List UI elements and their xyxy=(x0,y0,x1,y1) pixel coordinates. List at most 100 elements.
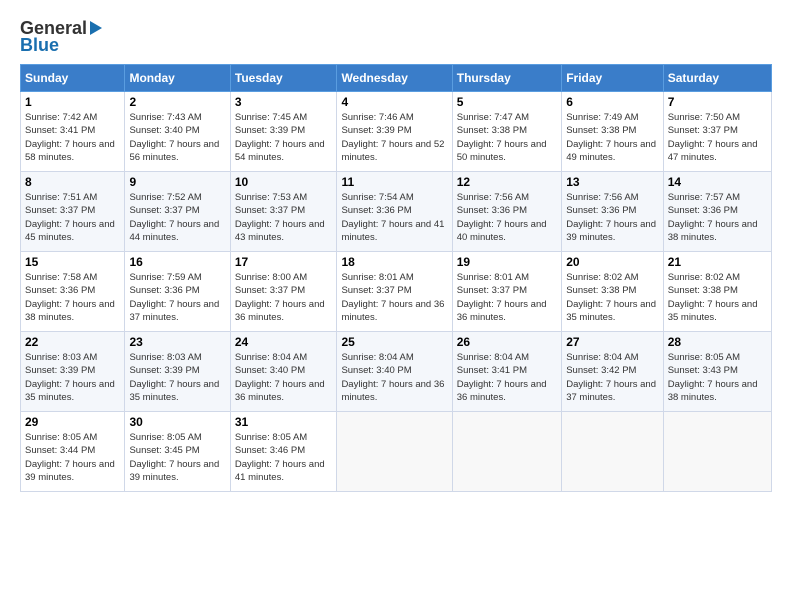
day-info: Sunrise: 8:04 AMSunset: 3:40 PMDaylight:… xyxy=(341,352,444,403)
calendar-week-row: 1 Sunrise: 7:42 AMSunset: 3:41 PMDayligh… xyxy=(21,92,772,172)
day-info: Sunrise: 7:54 AMSunset: 3:36 PMDaylight:… xyxy=(341,192,444,243)
day-number: 1 xyxy=(25,95,120,109)
day-number: 4 xyxy=(341,95,447,109)
calendar-cell: 22 Sunrise: 8:03 AMSunset: 3:39 PMDaylig… xyxy=(21,332,125,412)
day-number: 31 xyxy=(235,415,333,429)
day-info: Sunrise: 8:02 AMSunset: 3:38 PMDaylight:… xyxy=(566,272,656,323)
calendar-week-row: 22 Sunrise: 8:03 AMSunset: 3:39 PMDaylig… xyxy=(21,332,772,412)
day-number: 27 xyxy=(566,335,658,349)
calendar-cell: 8 Sunrise: 7:51 AMSunset: 3:37 PMDayligh… xyxy=(21,172,125,252)
day-number: 28 xyxy=(668,335,767,349)
day-info: Sunrise: 8:04 AMSunset: 3:40 PMDaylight:… xyxy=(235,352,325,403)
calendar-cell: 20 Sunrise: 8:02 AMSunset: 3:38 PMDaylig… xyxy=(562,252,663,332)
day-info: Sunrise: 8:02 AMSunset: 3:38 PMDaylight:… xyxy=(668,272,758,323)
calendar-week-row: 29 Sunrise: 8:05 AMSunset: 3:44 PMDaylig… xyxy=(21,412,772,492)
day-number: 9 xyxy=(129,175,225,189)
day-number: 8 xyxy=(25,175,120,189)
column-header-tuesday: Tuesday xyxy=(230,65,337,92)
column-header-wednesday: Wednesday xyxy=(337,65,452,92)
calendar-cell xyxy=(663,412,771,492)
calendar-cell: 15 Sunrise: 7:58 AMSunset: 3:36 PMDaylig… xyxy=(21,252,125,332)
day-number: 13 xyxy=(566,175,658,189)
calendar-week-row: 15 Sunrise: 7:58 AMSunset: 3:36 PMDaylig… xyxy=(21,252,772,332)
calendar-cell: 27 Sunrise: 8:04 AMSunset: 3:42 PMDaylig… xyxy=(562,332,663,412)
day-number: 6 xyxy=(566,95,658,109)
day-info: Sunrise: 8:05 AMSunset: 3:46 PMDaylight:… xyxy=(235,432,325,483)
column-header-friday: Friday xyxy=(562,65,663,92)
calendar-cell xyxy=(337,412,452,492)
day-info: Sunrise: 7:43 AMSunset: 3:40 PMDaylight:… xyxy=(129,112,219,163)
day-number: 17 xyxy=(235,255,333,269)
calendar-cell: 6 Sunrise: 7:49 AMSunset: 3:38 PMDayligh… xyxy=(562,92,663,172)
day-number: 10 xyxy=(235,175,333,189)
calendar-cell: 16 Sunrise: 7:59 AMSunset: 3:36 PMDaylig… xyxy=(125,252,230,332)
day-number: 20 xyxy=(566,255,658,269)
calendar-cell: 25 Sunrise: 8:04 AMSunset: 3:40 PMDaylig… xyxy=(337,332,452,412)
day-info: Sunrise: 8:04 AMSunset: 3:42 PMDaylight:… xyxy=(566,352,656,403)
day-info: Sunrise: 7:56 AMSunset: 3:36 PMDaylight:… xyxy=(457,192,547,243)
calendar-week-row: 8 Sunrise: 7:51 AMSunset: 3:37 PMDayligh… xyxy=(21,172,772,252)
calendar-cell: 28 Sunrise: 8:05 AMSunset: 3:43 PMDaylig… xyxy=(663,332,771,412)
day-info: Sunrise: 8:01 AMSunset: 3:37 PMDaylight:… xyxy=(457,272,547,323)
day-number: 18 xyxy=(341,255,447,269)
header-area: General Blue xyxy=(20,18,772,56)
column-header-saturday: Saturday xyxy=(663,65,771,92)
logo-arrow-icon xyxy=(90,21,102,35)
day-number: 14 xyxy=(668,175,767,189)
logo: General Blue xyxy=(20,18,102,56)
day-info: Sunrise: 8:05 AMSunset: 3:44 PMDaylight:… xyxy=(25,432,115,483)
column-header-monday: Monday xyxy=(125,65,230,92)
day-number: 11 xyxy=(341,175,447,189)
calendar-cell: 5 Sunrise: 7:47 AMSunset: 3:38 PMDayligh… xyxy=(452,92,561,172)
calendar-cell xyxy=(562,412,663,492)
calendar-cell: 17 Sunrise: 8:00 AMSunset: 3:37 PMDaylig… xyxy=(230,252,337,332)
calendar-cell: 2 Sunrise: 7:43 AMSunset: 3:40 PMDayligh… xyxy=(125,92,230,172)
day-info: Sunrise: 7:51 AMSunset: 3:37 PMDaylight:… xyxy=(25,192,115,243)
day-info: Sunrise: 7:49 AMSunset: 3:38 PMDaylight:… xyxy=(566,112,656,163)
day-number: 19 xyxy=(457,255,557,269)
day-number: 22 xyxy=(25,335,120,349)
day-info: Sunrise: 7:57 AMSunset: 3:36 PMDaylight:… xyxy=(668,192,758,243)
day-info: Sunrise: 7:45 AMSunset: 3:39 PMDaylight:… xyxy=(235,112,325,163)
day-number: 23 xyxy=(129,335,225,349)
day-number: 30 xyxy=(129,415,225,429)
day-info: Sunrise: 8:03 AMSunset: 3:39 PMDaylight:… xyxy=(129,352,219,403)
calendar-cell: 1 Sunrise: 7:42 AMSunset: 3:41 PMDayligh… xyxy=(21,92,125,172)
calendar-cell: 9 Sunrise: 7:52 AMSunset: 3:37 PMDayligh… xyxy=(125,172,230,252)
day-info: Sunrise: 7:56 AMSunset: 3:36 PMDaylight:… xyxy=(566,192,656,243)
column-header-thursday: Thursday xyxy=(452,65,561,92)
calendar-cell: 18 Sunrise: 8:01 AMSunset: 3:37 PMDaylig… xyxy=(337,252,452,332)
day-info: Sunrise: 7:42 AMSunset: 3:41 PMDaylight:… xyxy=(25,112,115,163)
day-info: Sunrise: 7:47 AMSunset: 3:38 PMDaylight:… xyxy=(457,112,547,163)
day-number: 26 xyxy=(457,335,557,349)
calendar-cell: 31 Sunrise: 8:05 AMSunset: 3:46 PMDaylig… xyxy=(230,412,337,492)
calendar-cell: 7 Sunrise: 7:50 AMSunset: 3:37 PMDayligh… xyxy=(663,92,771,172)
day-info: Sunrise: 7:46 AMSunset: 3:39 PMDaylight:… xyxy=(341,112,444,163)
day-number: 12 xyxy=(457,175,557,189)
calendar-cell: 3 Sunrise: 7:45 AMSunset: 3:39 PMDayligh… xyxy=(230,92,337,172)
calendar-cell: 30 Sunrise: 8:05 AMSunset: 3:45 PMDaylig… xyxy=(125,412,230,492)
calendar-header-row: SundayMondayTuesdayWednesdayThursdayFrid… xyxy=(21,65,772,92)
day-number: 3 xyxy=(235,95,333,109)
day-number: 16 xyxy=(129,255,225,269)
column-header-sunday: Sunday xyxy=(21,65,125,92)
calendar-cell: 26 Sunrise: 8:04 AMSunset: 3:41 PMDaylig… xyxy=(452,332,561,412)
day-info: Sunrise: 8:01 AMSunset: 3:37 PMDaylight:… xyxy=(341,272,444,323)
day-info: Sunrise: 7:53 AMSunset: 3:37 PMDaylight:… xyxy=(235,192,325,243)
day-number: 29 xyxy=(25,415,120,429)
day-number: 5 xyxy=(457,95,557,109)
day-number: 25 xyxy=(341,335,447,349)
calendar-cell: 14 Sunrise: 7:57 AMSunset: 3:36 PMDaylig… xyxy=(663,172,771,252)
calendar-cell xyxy=(452,412,561,492)
calendar-cell: 12 Sunrise: 7:56 AMSunset: 3:36 PMDaylig… xyxy=(452,172,561,252)
calendar-cell: 19 Sunrise: 8:01 AMSunset: 3:37 PMDaylig… xyxy=(452,252,561,332)
day-number: 21 xyxy=(668,255,767,269)
calendar-cell: 23 Sunrise: 8:03 AMSunset: 3:39 PMDaylig… xyxy=(125,332,230,412)
calendar-table: SundayMondayTuesdayWednesdayThursdayFrid… xyxy=(20,64,772,492)
day-info: Sunrise: 8:04 AMSunset: 3:41 PMDaylight:… xyxy=(457,352,547,403)
day-info: Sunrise: 8:00 AMSunset: 3:37 PMDaylight:… xyxy=(235,272,325,323)
day-number: 2 xyxy=(129,95,225,109)
day-info: Sunrise: 7:50 AMSunset: 3:37 PMDaylight:… xyxy=(668,112,758,163)
day-info: Sunrise: 7:59 AMSunset: 3:36 PMDaylight:… xyxy=(129,272,219,323)
calendar-cell: 24 Sunrise: 8:04 AMSunset: 3:40 PMDaylig… xyxy=(230,332,337,412)
